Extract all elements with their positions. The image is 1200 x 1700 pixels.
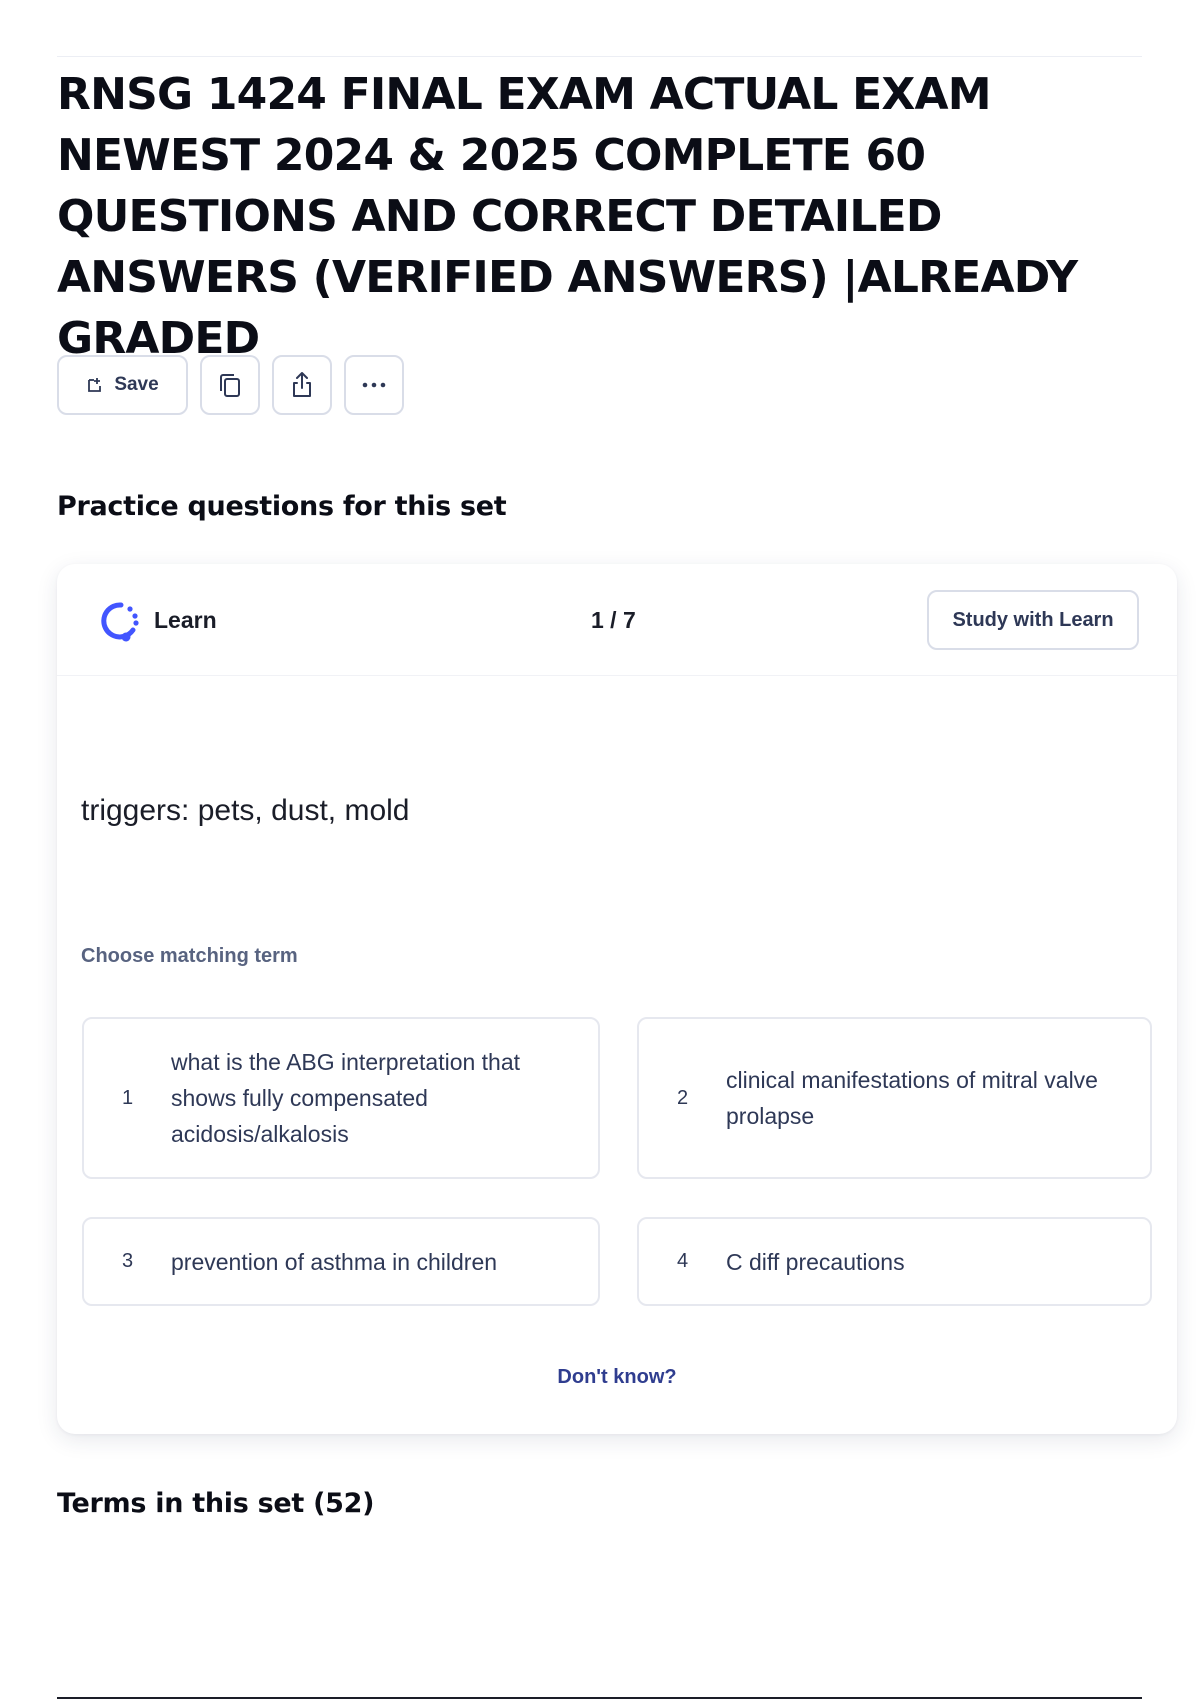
answer-option-3[interactable]: 3 prevention of asthma in children	[82, 1217, 600, 1306]
more-button[interactable]	[344, 355, 404, 415]
option-number: 4	[676, 1250, 689, 1272]
terms-heading: Terms in this set (52)	[57, 1488, 375, 1519]
save-icon	[86, 376, 104, 394]
answer-option-4[interactable]: 4 C diff precautions	[637, 1217, 1152, 1306]
answer-option-2[interactable]: 2 clinical manifestations of mitral valv…	[637, 1017, 1152, 1179]
learn-card: Learn 1 / 7 Study with Learn triggers: p…	[57, 564, 1177, 1434]
option-number: 2	[676, 1086, 689, 1109]
option-number: 3	[121, 1250, 134, 1272]
learn-icon	[97, 599, 141, 643]
copy-button[interactable]	[200, 355, 260, 415]
save-label: Save	[114, 374, 159, 395]
top-divider	[57, 56, 1142, 57]
option-text: C diff precautions	[726, 1248, 905, 1275]
study-with-learn-button[interactable]: Study with Learn	[927, 590, 1139, 650]
practice-heading: Practice questions for this set	[57, 491, 507, 522]
bottom-divider	[57, 1697, 1142, 1699]
option-text: what is the ABG interpretation that show…	[171, 1049, 521, 1147]
share-icon	[288, 370, 316, 400]
answer-instruction: Choose matching term	[81, 945, 298, 967]
option-number: 1	[121, 1086, 134, 1109]
dont-know-link[interactable]: Don't know?	[57, 1366, 1177, 1389]
question-progress: 1 / 7	[591, 607, 636, 633]
option-text: clinical manifestations of mitral valve …	[726, 1067, 1098, 1129]
copy-icon	[216, 370, 244, 400]
more-icon	[360, 381, 388, 389]
set-toolbar: Save	[57, 355, 404, 415]
learn-card-header: Learn 1 / 7 Study with Learn	[57, 564, 1177, 676]
save-button[interactable]: Save	[57, 355, 188, 415]
learn-mode-label: Learn	[154, 607, 217, 633]
option-text: prevention of asthma in children	[171, 1248, 498, 1275]
question-prompt: triggers: pets, dust, mold	[81, 794, 410, 827]
answer-option-1[interactable]: 1 what is the ABG interpretation that sh…	[82, 1017, 600, 1179]
page-title: RNSG 1424 FINAL EXAM ACTUAL EXAM NEWEST …	[57, 69, 1078, 364]
share-button[interactable]	[272, 355, 332, 415]
